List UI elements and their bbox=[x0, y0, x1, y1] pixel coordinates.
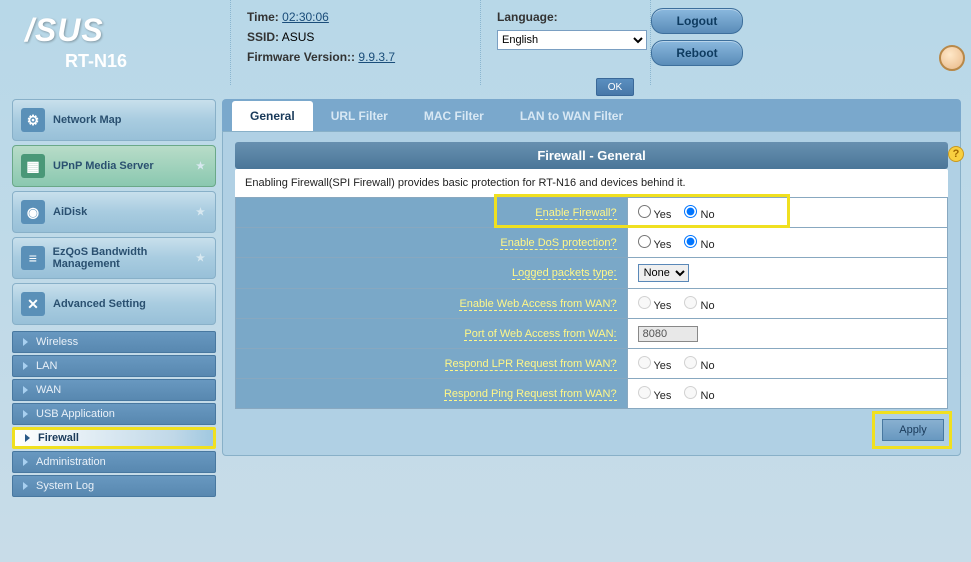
chevron-right-icon bbox=[23, 338, 28, 346]
sidebar-item-label: EzQoS Bandwidth Management bbox=[53, 246, 215, 270]
sidebar-item-label: Network Map bbox=[53, 114, 121, 126]
settings-table: Enable Firewall? Yes No Enable DoS prote… bbox=[235, 197, 948, 409]
sub-label: USB Application bbox=[36, 408, 115, 420]
sub-syslog[interactable]: System Log bbox=[12, 475, 216, 497]
tools-icon: ✕ bbox=[21, 292, 45, 316]
sidebar-item-label: AiDisk bbox=[53, 206, 87, 218]
apply-button[interactable]: Apply bbox=[882, 419, 944, 441]
ping-no[interactable] bbox=[684, 386, 697, 399]
fw-label: Firmware Version:: bbox=[247, 50, 355, 64]
sidebar-item-network-map[interactable]: ⚙ Network Map bbox=[12, 99, 216, 141]
reboot-button[interactable]: Reboot bbox=[651, 40, 743, 66]
enable-firewall-no[interactable] bbox=[684, 205, 697, 218]
logged-type-select[interactable]: None bbox=[638, 264, 689, 282]
ssid-label: SSID: bbox=[247, 30, 279, 44]
web-wan-yes[interactable] bbox=[638, 296, 651, 309]
chevron-right-icon bbox=[25, 434, 30, 442]
sub-admin[interactable]: Administration bbox=[12, 451, 216, 473]
tab-lan-wan-filter[interactable]: LAN to WAN Filter bbox=[502, 101, 641, 131]
sidebar-item-label: UPnP Media Server bbox=[53, 160, 154, 172]
sidebar-sublist: Wireless LAN WAN USB Application Firewal… bbox=[12, 331, 216, 497]
apply-wrap: Apply bbox=[235, 409, 948, 441]
panel: ? Firewall - General Enabling Firewall(S… bbox=[222, 131, 961, 456]
header: /SUS RT-N16 Time: 02:30:06 SSID: ASUS Fi… bbox=[0, 0, 971, 95]
star-icon: ★ bbox=[196, 207, 205, 218]
info-cell-status: Time: 02:30:06 SSID: ASUS Firmware Versi… bbox=[230, 0, 480, 85]
port-wan-input[interactable] bbox=[638, 326, 698, 342]
ping-yes[interactable] bbox=[638, 386, 651, 399]
avatar-icon bbox=[939, 45, 965, 71]
fw-value[interactable]: 9.9.3.7 bbox=[358, 50, 395, 64]
tab-general[interactable]: General bbox=[232, 101, 313, 131]
sub-wan[interactable]: WAN bbox=[12, 379, 216, 401]
label-web-wan: Enable Web Access from WAN? bbox=[459, 298, 616, 311]
brand-logo: /SUS bbox=[25, 12, 230, 49]
network-icon: ⚙ bbox=[21, 108, 45, 132]
chevron-right-icon bbox=[23, 386, 28, 394]
chevron-right-icon bbox=[23, 410, 28, 418]
label-logged-type: Logged packets type: bbox=[512, 267, 617, 280]
logout-button[interactable]: Logout bbox=[651, 8, 743, 34]
media-icon: ▦ bbox=[21, 154, 45, 178]
sub-firewall[interactable]: Firewall bbox=[12, 427, 216, 449]
sub-label: LAN bbox=[36, 360, 57, 372]
panel-title: Firewall - General bbox=[235, 142, 948, 169]
info-cell-lang: Language: English OK bbox=[480, 0, 650, 85]
lpr-no[interactable] bbox=[684, 356, 697, 369]
star-icon: ★ bbox=[196, 161, 205, 172]
label-port-wan: Port of Web Access from WAN: bbox=[464, 328, 616, 341]
label-lpr: Respond LPR Request from WAN? bbox=[445, 358, 617, 371]
sub-label: Firewall bbox=[38, 432, 79, 444]
enable-dos-no[interactable] bbox=[684, 235, 697, 248]
tab-bar: General URL Filter MAC Filter LAN to WAN… bbox=[222, 99, 961, 131]
language-select[interactable]: English bbox=[497, 30, 647, 50]
disk-icon: ◉ bbox=[21, 200, 45, 224]
help-icon[interactable]: ? bbox=[948, 146, 964, 162]
logo-area: /SUS RT-N16 bbox=[0, 0, 230, 95]
val-enable-firewall: Yes No bbox=[627, 198, 947, 228]
sidebar-item-upnp[interactable]: ▦ UPnP Media Server ★ bbox=[12, 145, 216, 187]
time-label: Time: bbox=[247, 10, 279, 24]
model-name: RT-N16 bbox=[65, 51, 230, 72]
sub-label: Wireless bbox=[36, 336, 78, 348]
chevron-right-icon bbox=[23, 458, 28, 466]
chevron-right-icon bbox=[23, 482, 28, 490]
sidebar-item-ezqos[interactable]: ≡ EzQoS Bandwidth Management★ bbox=[12, 237, 216, 279]
label-enable-dos: Enable DoS protection? bbox=[500, 237, 616, 250]
header-buttons: Logout Reboot bbox=[650, 0, 760, 85]
sub-label: Administration bbox=[36, 456, 106, 468]
sub-wireless[interactable]: Wireless bbox=[12, 331, 216, 353]
chevron-right-icon bbox=[23, 362, 28, 370]
language-ok-button[interactable]: OK bbox=[596, 78, 634, 96]
sub-label: WAN bbox=[36, 384, 61, 396]
sidebar-item-label: Advanced Setting bbox=[53, 298, 146, 310]
sub-usb[interactable]: USB Application bbox=[12, 403, 216, 425]
tab-url-filter[interactable]: URL Filter bbox=[313, 101, 406, 131]
label-ping: Respond Ping Request from WAN? bbox=[444, 388, 617, 401]
lang-label: Language: bbox=[497, 10, 558, 24]
sub-label: System Log bbox=[36, 480, 94, 492]
web-wan-no[interactable] bbox=[684, 296, 697, 309]
sidebar-item-advanced[interactable]: ✕ Advanced Setting bbox=[12, 283, 216, 325]
star-icon: ★ bbox=[196, 253, 205, 264]
panel-desc: Enabling Firewall(SPI Firewall) provides… bbox=[235, 169, 948, 197]
sidebar: ⚙ Network Map ▦ UPnP Media Server ★ ◉ AiDisk… bbox=[0, 95, 216, 499]
enable-dos-yes[interactable] bbox=[638, 235, 651, 248]
lpr-yes[interactable] bbox=[638, 356, 651, 369]
enable-firewall-yes[interactable] bbox=[638, 205, 651, 218]
ssid-value: ASUS bbox=[282, 30, 315, 44]
qos-icon: ≡ bbox=[21, 246, 45, 270]
sub-lan[interactable]: LAN bbox=[12, 355, 216, 377]
time-value[interactable]: 02:30:06 bbox=[282, 10, 329, 24]
label-enable-firewall: Enable Firewall? bbox=[535, 207, 616, 220]
content: General URL Filter MAC Filter LAN to WAN… bbox=[216, 95, 971, 499]
sidebar-item-aidisk[interactable]: ◉ AiDisk ★ bbox=[12, 191, 216, 233]
tab-mac-filter[interactable]: MAC Filter bbox=[406, 101, 502, 131]
main: ⚙ Network Map ▦ UPnP Media Server ★ ◉ AiDisk… bbox=[0, 95, 971, 499]
